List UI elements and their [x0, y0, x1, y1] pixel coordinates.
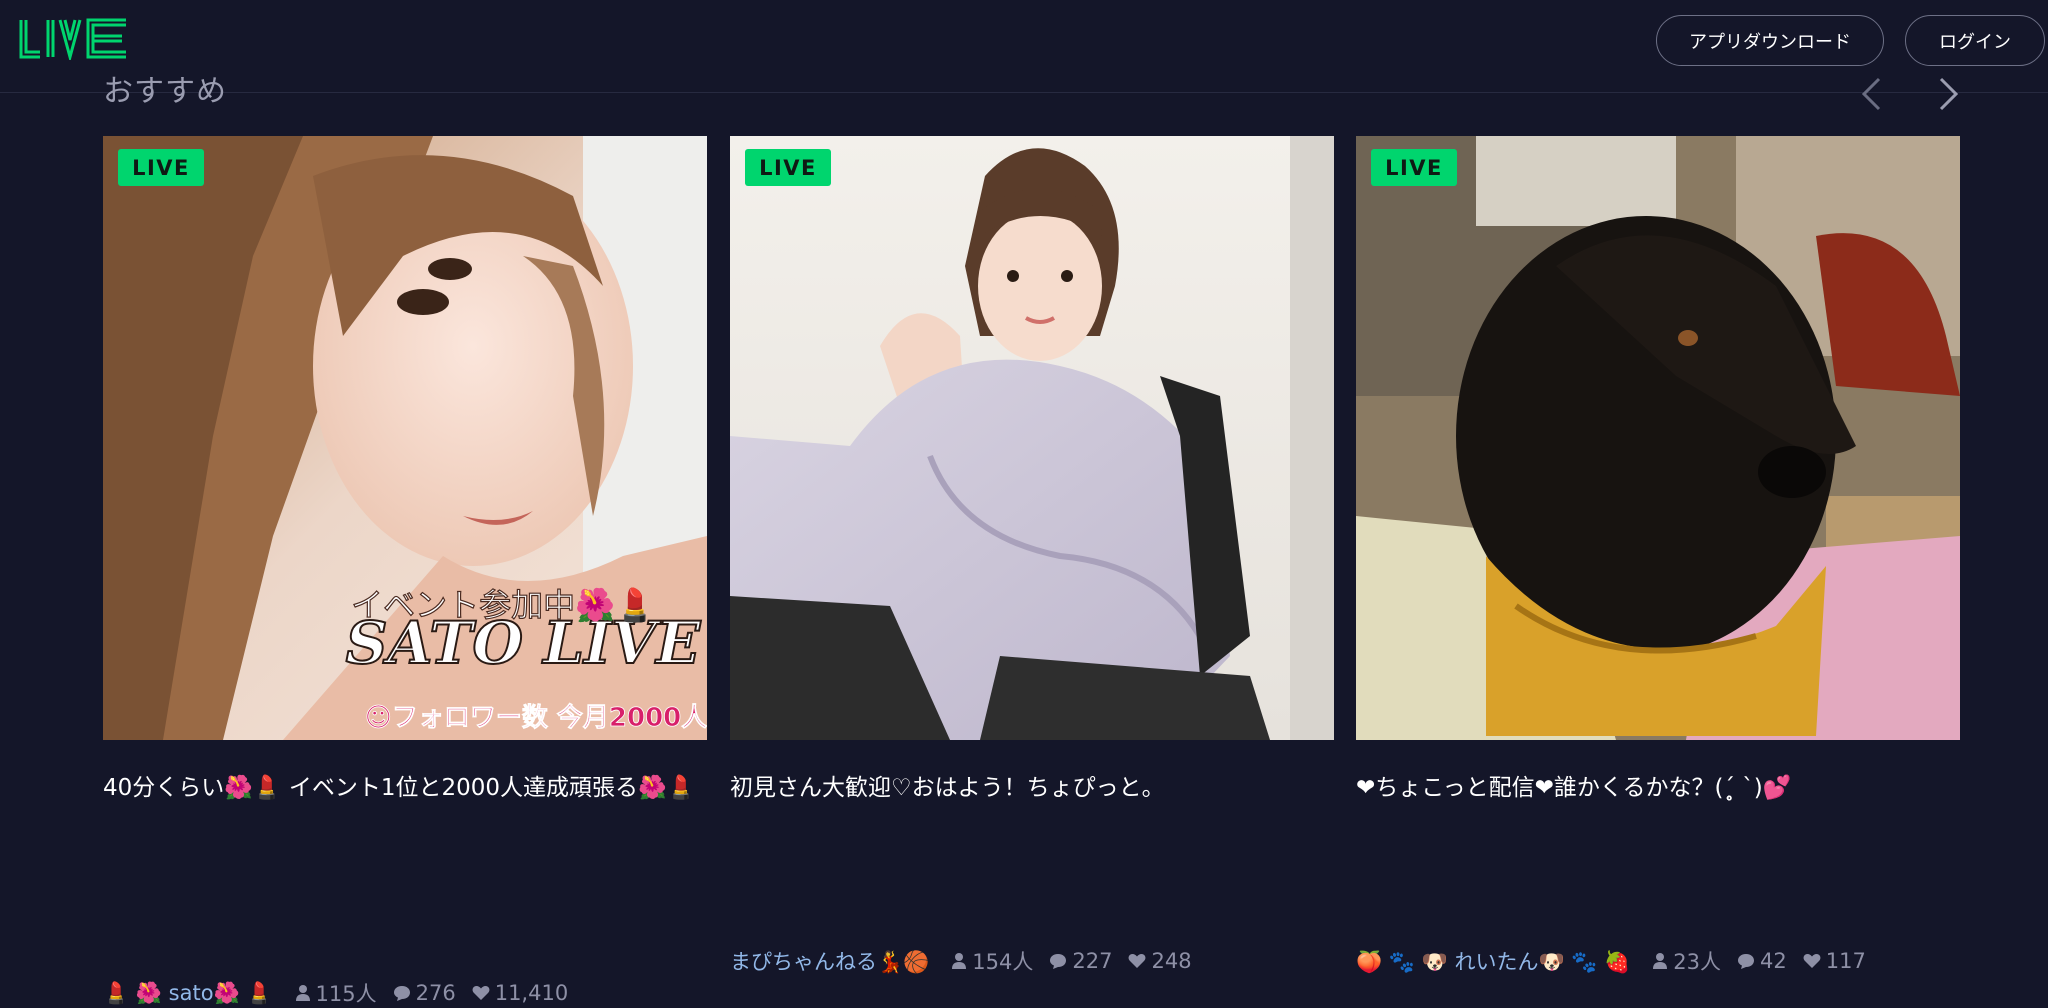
comment-count-value: 227 — [1072, 949, 1113, 973]
broadcaster-name[interactable]: まぴちゃんねる💃🏀 — [730, 946, 929, 976]
viewer-count-value: 154人 — [972, 950, 1034, 974]
like-count: 248 — [1128, 949, 1192, 973]
live-card[interactable]: LIVE ❤ちょこっと配信❤誰かくるかな？(ˊ̥̥̥̥̥ ˋ)💕 🍑 🐾 🐶 れ… — [1356, 136, 1960, 974]
like-count-value: 11,410 — [494, 981, 569, 1005]
comment-count: 42 — [1737, 949, 1787, 973]
comment-icon — [1738, 954, 1754, 969]
overlay-event-text: イベント参加中🌺💄 — [351, 586, 655, 624]
login-button[interactable]: ログイン — [1905, 15, 2045, 66]
comment-count: 276 — [393, 981, 456, 1005]
heart-icon — [1803, 954, 1821, 968]
live-badge: LIVE — [1371, 149, 1457, 186]
person-icon — [1653, 953, 1668, 969]
viewer-count: 154人 — [951, 946, 1033, 976]
live-meta: 🍑 🐾 🐶 れいたん🐶 🐾 🍓 23人 42 117 — [1356, 946, 1882, 976]
section-title: おすすめ — [103, 74, 227, 109]
comment-count-value: 276 — [415, 981, 456, 1005]
live-title[interactable]: 40分くらい🌺💄 イベント1位と2000人達成頑張る🌺💄 — [103, 773, 707, 803]
live-thumbnail[interactable]: LIVE — [1356, 136, 1960, 740]
viewer-count-value: 23人 — [1673, 950, 1721, 974]
comment-icon — [393, 986, 410, 1001]
viewer-count-value: 115人 — [315, 982, 377, 1006]
live-title[interactable]: 初見さん大歓迎♡おはよう！ちょぴっと。 — [730, 773, 1334, 803]
like-count: 117 — [1803, 949, 1866, 973]
broadcaster-name[interactable]: 💄 🌺 sato🌺 💄 — [103, 981, 273, 1006]
live-logo[interactable] — [18, 18, 130, 63]
live-badge: LIVE — [118, 149, 204, 186]
live-card[interactable]: SATO LIVE イベント参加中🌺💄 ☺フォロワー数 今月2000人！ LIV… — [103, 136, 707, 1006]
heart-icon — [1129, 954, 1146, 968]
live-thumbnail[interactable]: SATO LIVE イベント参加中🌺💄 ☺フォロワー数 今月2000人！ LIV… — [103, 136, 707, 740]
carousel-prev-button[interactable] — [1851, 74, 1891, 114]
live-badge: LIVE — [745, 149, 831, 186]
broadcaster-name[interactable]: 🍑 🐾 🐶 れいたん🐶 🐾 🍓 — [1356, 946, 1630, 976]
like-count: 11,410 — [472, 981, 568, 1005]
comment-count-value: 42 — [1760, 949, 1787, 973]
live-meta: まぴちゃんねる💃🏀 154人 227 248 — [730, 946, 1208, 976]
viewer-count: 115人 — [295, 978, 377, 1008]
live-card[interactable]: LIVE 初見さん大歓迎♡おはよう！ちょぴっと。 まぴちゃんねる💃🏀 154人 … — [730, 136, 1334, 974]
chevron-right-icon — [1939, 77, 1959, 111]
live-thumbnail[interactable]: LIVE — [730, 136, 1334, 740]
person-icon — [295, 985, 310, 1001]
chevron-left-icon — [1861, 77, 1881, 111]
app-download-button[interactable]: アプリダウンロード — [1656, 15, 1884, 66]
overlay-follower-text: ☺フォロワー数 今月2000人！ — [365, 702, 707, 733]
like-count-value: 117 — [1825, 949, 1866, 973]
top-bar: アプリダウンロード ログイン — [0, 0, 2048, 93]
live-meta: 💄 🌺 sato🌺 💄 115人 276 11,410 — [103, 978, 584, 1008]
viewer-count: 23人 — [1652, 946, 1721, 976]
like-count-value: 248 — [1151, 949, 1192, 973]
heart-icon — [472, 986, 490, 1000]
live-title[interactable]: ❤ちょこっと配信❤誰かくるかな？(ˊ̥̥̥̥̥ ˋ)💕 — [1356, 773, 1960, 803]
comment-icon — [1050, 954, 1067, 969]
carousel-next-button[interactable] — [1929, 74, 1969, 114]
person-icon — [952, 953, 967, 969]
comment-count: 227 — [1049, 949, 1112, 973]
